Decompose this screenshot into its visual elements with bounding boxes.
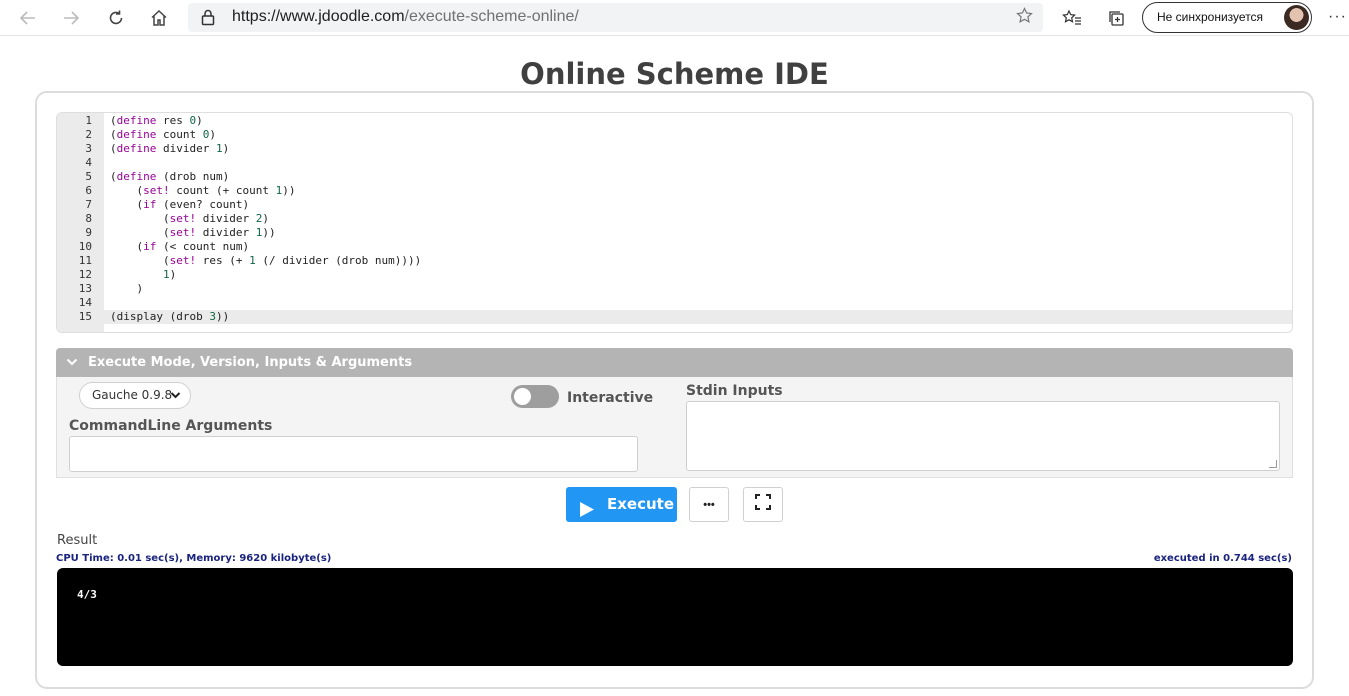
code-line: 6 (set! count (+ count 1)) (57, 184, 1292, 198)
code-line: 11 (set! res (+ 1 (/ divider (drob num))… (57, 254, 1292, 268)
forward-icon[interactable] (59, 6, 83, 30)
more-dots-icon: ••• (703, 498, 715, 511)
interactive-label: Interactive (567, 390, 654, 406)
line-number: 14 (78, 296, 92, 309)
favorite-star-icon[interactable] (1016, 7, 1033, 29)
stdin-label: Stdin Inputs (686, 383, 783, 399)
sync-profile-button[interactable]: Не синхронизуется (1142, 2, 1312, 33)
code-line: 9 (set! divider 1)) (57, 226, 1292, 240)
line-number: 5 (85, 170, 92, 183)
line-number: 11 (78, 254, 92, 267)
output-text: 4/3 (77, 588, 97, 601)
code-line: 2 (define count 0) (57, 128, 1292, 142)
code-line: 8 (set! divider 2) (57, 212, 1292, 226)
line-number: 12 (78, 268, 92, 281)
avatar (1284, 5, 1309, 30)
more-options-button[interactable]: ••• (689, 487, 729, 522)
line-number: 10 (78, 240, 92, 253)
back-icon[interactable] (16, 6, 40, 30)
version-value: Gauche 0.9.8 (92, 388, 173, 402)
toggle-knob (514, 388, 531, 405)
url-host: https://www.jdoodle.com (232, 8, 405, 25)
code-line: 13 ) (57, 282, 1292, 296)
code-line: 7 (if (even? count) (57, 198, 1292, 212)
cmdline-label: CommandLine Arguments (69, 418, 273, 434)
interactive-toggle[interactable] (511, 385, 559, 408)
favorites-icon[interactable] (1060, 6, 1084, 30)
sync-label: Не синхронизуется (1157, 10, 1264, 24)
execution-stats: CPU Time: 0.01 sec(s), Memory: 9620 kilo… (56, 553, 332, 564)
line-number: 7 (85, 198, 92, 211)
execute-options-title: Execute Mode, Version, Inputs & Argument… (88, 355, 413, 370)
version-select[interactable]: Gauche 0.9.8 (79, 382, 191, 409)
line-number: 9 (85, 226, 92, 239)
browser-toolbar: https://www.jdoodle.com/execute-scheme-o… (0, 0, 1349, 36)
execute-label: Execute (607, 495, 675, 513)
code-line: 4 (57, 156, 1292, 170)
url-path: /execute-scheme-online/ (404, 8, 579, 25)
code-line: 14 (57, 296, 1292, 310)
line-number: 3 (85, 142, 92, 155)
code-line: 3 (define divider 1) (57, 142, 1292, 156)
code-content: 1 (define res 0) 2 (define count 0) 3 (defi… (57, 114, 1292, 324)
code-line: 12 1) (57, 268, 1292, 282)
address-bar[interactable]: https://www.jdoodle.com/execute-scheme-o… (188, 3, 1043, 32)
home-icon[interactable] (147, 6, 171, 30)
code-line: 5 (define (drob num) (57, 170, 1292, 184)
chevron-down-icon (170, 383, 181, 417)
fullscreen-icon (755, 494, 771, 515)
code-line-active: 15 (display (drob 3)) (57, 310, 1292, 324)
refresh-icon[interactable] (104, 6, 128, 30)
line-number: 4 (85, 156, 92, 169)
line-number: 6 (85, 184, 92, 197)
resize-handle[interactable] (1269, 460, 1277, 468)
output-console: 4/3 (57, 568, 1293, 666)
code-editor[interactable]: 1 (define res 0) 2 (define count 0) 3 (defi… (56, 112, 1293, 333)
line-number: 2 (85, 128, 92, 141)
lock-icon (201, 8, 215, 31)
browser-menu-icon[interactable]: ··· (1328, 8, 1347, 26)
execute-button[interactable]: Execute (566, 487, 677, 522)
code-line: 10 (if (< count num) (57, 240, 1292, 254)
fullscreen-button[interactable] (743, 487, 783, 522)
line-number: 8 (85, 212, 92, 225)
line-number: 13 (78, 282, 92, 295)
line-number: 1 (85, 114, 92, 127)
code-line: 1 (define res 0) (57, 114, 1292, 128)
result-label: Result (57, 533, 98, 548)
url-text: https://www.jdoodle.com/execute-scheme-o… (232, 8, 579, 26)
page-title: Online Scheme IDE (520, 57, 829, 91)
execute-options-header[interactable]: Execute Mode, Version, Inputs & Argument… (56, 348, 1293, 377)
stdin-input[interactable] (686, 401, 1280, 471)
execution-time: executed in 0.744 sec(s) (1153, 553, 1292, 564)
collections-icon[interactable] (1104, 6, 1128, 30)
play-icon (579, 496, 595, 531)
line-number: 15 (78, 310, 92, 323)
cmdline-input[interactable] (69, 436, 638, 472)
